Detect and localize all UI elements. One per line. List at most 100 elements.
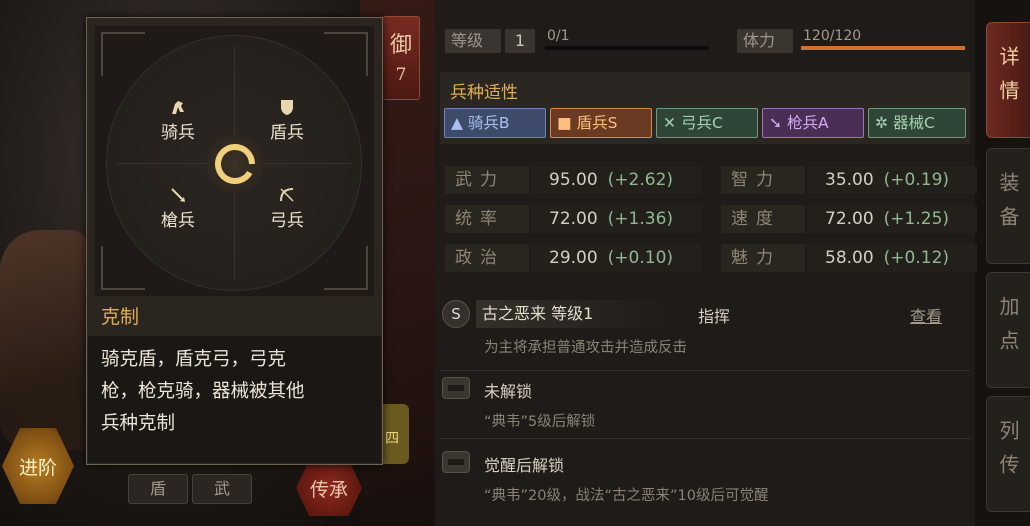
side-yellow-tab[interactable]: 四 xyxy=(381,404,409,464)
counter-description: 骑克盾，盾克弓，弓克 枪，枪克骑，器械被其他 兵种克制 xyxy=(101,344,377,440)
stamina-label: 体力 xyxy=(737,29,793,53)
exp-bar xyxy=(545,46,709,50)
stat-bonus: (+2.62) xyxy=(607,170,674,190)
tab-details[interactable]: 详情 xyxy=(986,22,1030,138)
divider xyxy=(440,438,970,439)
bow-icon: ✕ xyxy=(663,114,676,132)
lock-icon xyxy=(442,451,470,473)
martial-chip-label: 武 xyxy=(213,479,230,498)
stat-number: 29.00 xyxy=(549,248,598,268)
divider xyxy=(440,370,970,371)
stamina-bar xyxy=(801,46,965,50)
stat-value: 95.00 (+2.62) xyxy=(531,166,701,194)
inherit-button[interactable]: 传承 xyxy=(296,460,362,516)
wheel-spear: 槍兵 xyxy=(143,186,213,231)
stat-bonus: (+0.19) xyxy=(883,170,950,190)
aptitude-cavalry[interactable]: ▲ 骑兵B xyxy=(444,108,546,138)
aptitude-spear-label: 枪兵A xyxy=(786,114,829,132)
spear-icon: ➘ xyxy=(769,114,782,132)
stat-number: 58.00 xyxy=(825,248,874,268)
wheel-shield-label: 盾兵 xyxy=(270,123,304,143)
counter-line: 骑克盾，盾克弓，弓克 xyxy=(101,349,287,370)
frame-corner xyxy=(101,246,145,290)
shield-icon xyxy=(252,98,322,118)
aptitude-cavalry-label: 骑兵B xyxy=(467,114,510,132)
frame-corner xyxy=(324,32,368,76)
hero-detail-panel: 等级 1 0/1 体力 120/120 兵种适性 ▲ 骑兵B ■ 盾兵S ✕ 弓… xyxy=(435,0,977,526)
stat-number: 95.00 xyxy=(549,170,598,190)
counter-wheel-area: 骑兵 盾兵 槍兵 弓兵 xyxy=(95,26,374,296)
counter-line: 兵种克制 xyxy=(101,413,176,434)
counter-title: 克制 xyxy=(101,306,140,328)
stat-label: 魅力 xyxy=(721,244,805,272)
aptitude-shield-label: 盾兵S xyxy=(576,114,618,132)
skill-locked-2-name: 觉醒后解锁 xyxy=(484,456,565,475)
wheel-spear-label: 槍兵 xyxy=(161,211,195,231)
stat-label: 武力 xyxy=(445,166,529,194)
advance-button-label: 进阶 xyxy=(18,456,57,479)
cavalry-icon: ▲ xyxy=(451,114,463,132)
frame-corner xyxy=(324,246,368,290)
lock-icon xyxy=(442,377,470,399)
stat-value: 72.00 (+1.36) xyxy=(531,205,701,233)
stat-value: 58.00 (+0.12) xyxy=(807,244,977,272)
aptitude-siege[interactable]: ✲ 器械C xyxy=(868,108,966,138)
counter-line: 枪，枪克骑，器械被其他 xyxy=(101,381,305,402)
stat-bonus: (+0.12) xyxy=(883,248,950,268)
tab-points[interactable]: 加点 xyxy=(986,272,1030,388)
skill-type: 指挥 xyxy=(698,307,731,326)
shield-chip-label: 盾 xyxy=(149,479,166,498)
wheel-cavalry: 骑兵 xyxy=(143,98,213,143)
horse-icon xyxy=(143,98,213,118)
skill-grade-icon: S xyxy=(442,300,470,328)
stat-number: 72.00 xyxy=(825,209,874,229)
bow-icon xyxy=(252,186,322,206)
skill-locked-1-name: 未解锁 xyxy=(484,382,533,401)
skill-primary-name[interactable]: 古之恶来 等级1 xyxy=(476,300,662,328)
hero-figure xyxy=(0,230,90,450)
spear-icon xyxy=(143,186,213,206)
skill-view-link[interactable]: 查看 xyxy=(910,303,942,327)
stat-number: 72.00 xyxy=(549,209,598,229)
level-label: 等级 xyxy=(445,29,501,53)
stamina-bar-fill xyxy=(801,46,965,50)
defense-badge: 御 7 xyxy=(382,16,420,100)
cycle-arrows-icon xyxy=(207,136,263,192)
unit-counter-tooltip: 骑兵 盾兵 槍兵 弓兵 克制 骑克盾，盾克弓，弓克 枪，枪克骑，器械被其他 兵种… xyxy=(86,17,383,465)
stat-number: 35.00 xyxy=(825,170,874,190)
shield-chip: 盾 xyxy=(128,474,188,504)
stat-bonus: (+1.25) xyxy=(883,209,950,229)
aptitude-title: 兵种适性 xyxy=(450,83,518,103)
skill-primary-desc: 为主将承担普通攻击并造成反击 xyxy=(484,340,687,356)
wheel-archer-label: 弓兵 xyxy=(270,211,304,231)
inherit-button-label: 传承 xyxy=(309,478,348,501)
skill-locked-2-desc: “典韦”20级，战法“古之恶来”10级后可觉醒 xyxy=(484,488,769,504)
side-yellow-tab-label: 四 xyxy=(385,431,399,447)
frame-corner xyxy=(101,32,145,76)
aptitude-section: 兵种适性 ▲ 骑兵B ■ 盾兵S ✕ 弓兵C ➘ 枪兵A ✲ 器械C xyxy=(440,72,970,144)
stat-value: 72.00 (+1.25) xyxy=(807,205,977,233)
wheel-shield: 盾兵 xyxy=(252,98,322,143)
stat-label: 政治 xyxy=(445,244,529,272)
defense-badge-char: 御 xyxy=(389,33,412,58)
aptitude-archer-label: 弓兵C xyxy=(680,114,723,132)
stat-value: 29.00 (+0.10) xyxy=(531,244,701,272)
tab-biography[interactable]: 列传 xyxy=(986,396,1030,512)
tab-equipment[interactable]: 装备 xyxy=(986,148,1030,264)
aptitude-archer[interactable]: ✕ 弓兵C xyxy=(656,108,758,138)
stamina-text: 120/120 xyxy=(803,28,862,44)
stat-bonus: (+1.36) xyxy=(607,209,674,229)
stat-label: 速度 xyxy=(721,205,805,233)
detail-tabs: 详情 装备 加点 列传 xyxy=(982,0,1030,526)
siege-icon: ✲ xyxy=(875,114,888,132)
aptitude-shield[interactable]: ■ 盾兵S xyxy=(550,108,652,138)
aptitude-spear[interactable]: ➘ 枪兵A xyxy=(762,108,864,138)
wheel-cavalry-label: 骑兵 xyxy=(161,123,195,143)
skill-primary-header: S 古之恶来 等级1 指挥 查看 xyxy=(440,300,970,328)
exp-text: 0/1 xyxy=(547,28,570,44)
shield-icon: ■ xyxy=(557,114,572,132)
aptitude-siege-label: 器械C xyxy=(892,114,935,132)
martial-chip: 武 xyxy=(192,474,252,504)
stat-value: 35.00 (+0.19) xyxy=(807,166,977,194)
stat-bonus: (+0.10) xyxy=(607,248,674,268)
